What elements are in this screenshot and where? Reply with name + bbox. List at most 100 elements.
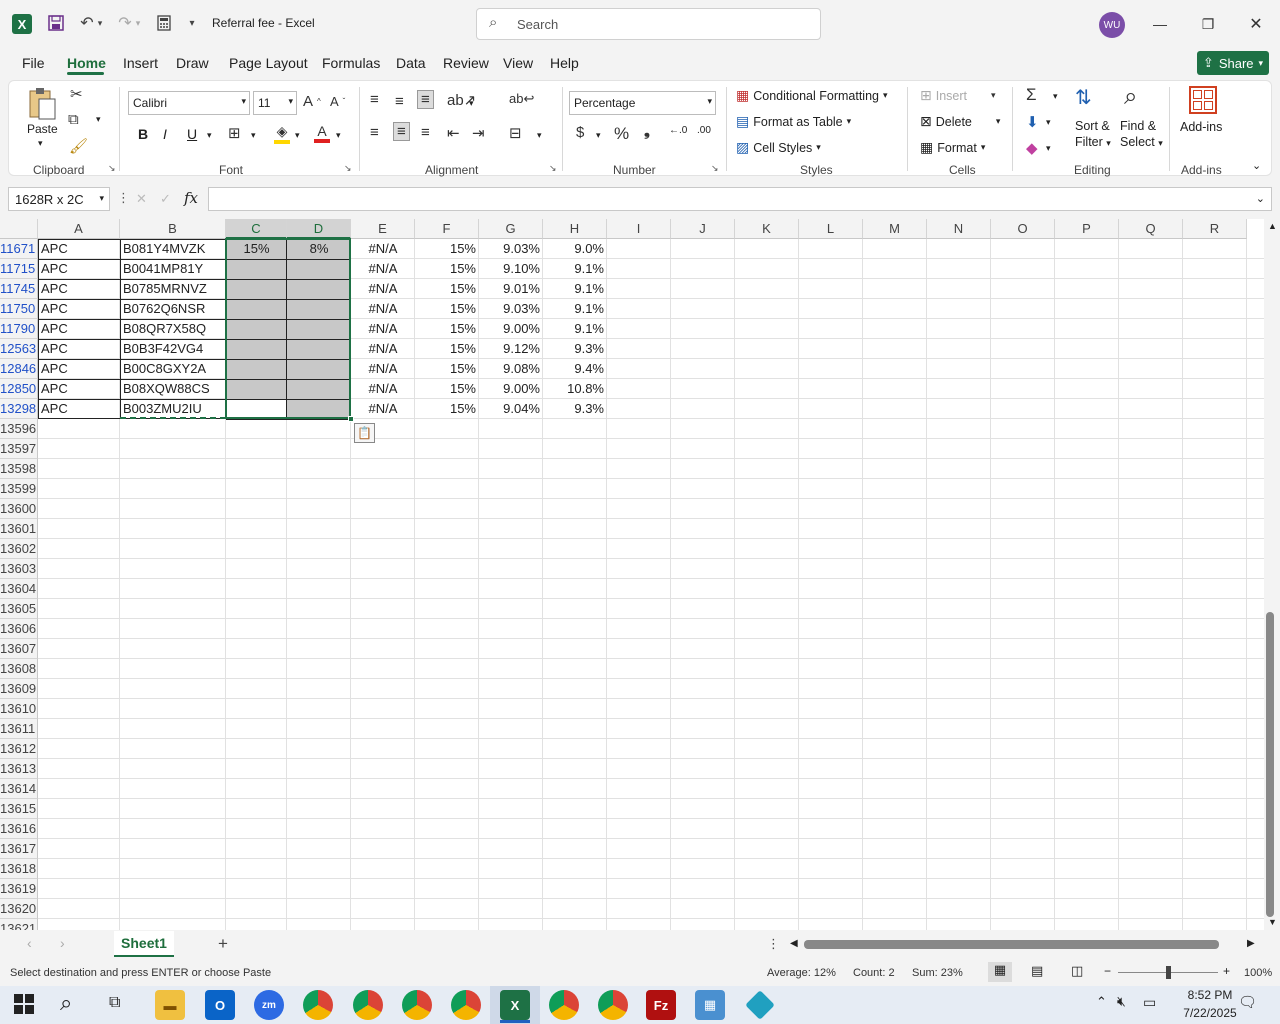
cell-f[interactable]: 15% [415, 399, 479, 419]
currency-icon[interactable]: $ [576, 124, 584, 141]
cell-g[interactable]: 9.10% [479, 259, 543, 279]
cell-f[interactable]: 15% [415, 299, 479, 319]
spreadsheet-grid[interactable]: A B C D E F G H I J K L M N O P Q R 📋 11671 APC B081Y4MVZK 15%… [0, 219, 1264, 930]
tab-file[interactable]: File [22, 55, 45, 71]
font-size-dropdown[interactable]: 11 ▾ [253, 91, 297, 115]
tab-draw[interactable]: Draw [176, 55, 209, 71]
cell-e[interactable]: #N/A [351, 359, 415, 379]
share-button[interactable]: ⇪ Share ▾ [1197, 51, 1269, 75]
add-sheet-icon[interactable]: + [218, 934, 228, 954]
cell-e[interactable]: #N/A [351, 299, 415, 319]
tab-home[interactable]: Home [67, 55, 106, 71]
row-header[interactable]: 13620 [0, 899, 38, 919]
cell-b[interactable]: B081Y4MVZK [120, 239, 226, 259]
number-format-dropdown[interactable]: Percentage ▾ [569, 91, 716, 115]
fill-color-icon[interactable]: ◈ [274, 123, 290, 144]
cell-e[interactable]: #N/A [351, 239, 415, 259]
taskbar-time[interactable]: 8:52 PM [1172, 988, 1248, 1002]
fill-icon[interactable]: ⬇ [1026, 113, 1039, 131]
page-layout-view-icon[interactable]: ▤ [1031, 963, 1043, 979]
row-header[interactable]: 12563 [0, 339, 38, 359]
status-count[interactable]: Count: 2 [853, 967, 895, 979]
cell-b[interactable]: B08XQW88CS [120, 379, 226, 399]
cell-g[interactable]: 9.12% [479, 339, 543, 359]
windows-start-icon[interactable] [14, 994, 34, 1014]
chrome-profile-icon[interactable] [549, 990, 579, 1020]
italic-button[interactable]: I [163, 126, 167, 142]
row-header[interactable]: 13601 [0, 519, 38, 539]
cell-f[interactable]: 15% [415, 339, 479, 359]
row-header[interactable]: 13611 [0, 719, 38, 739]
notifications-icon[interactable]: 🗨︎ [1238, 993, 1257, 1011]
cell-b[interactable]: B0041MP81Y [120, 259, 226, 279]
page-break-view-icon[interactable]: ◫ [1071, 963, 1083, 979]
cell-g[interactable]: 9.00% [479, 319, 543, 339]
cell-a[interactable]: APC [38, 279, 120, 299]
fill-dropdown-icon[interactable]: ▾ [1046, 117, 1051, 128]
next-sheet-icon[interactable]: › [60, 935, 65, 951]
cell-h[interactable]: 9.0% [543, 239, 607, 259]
cell-h[interactable]: 9.3% [543, 399, 607, 419]
bottom-align-icon[interactable]: ≡ [417, 90, 434, 109]
cell-e[interactable]: #N/A [351, 399, 415, 419]
formula-input[interactable]: ⌄ [208, 187, 1272, 211]
cell-a[interactable]: APC [38, 359, 120, 379]
filezilla-icon[interactable]: Fz [646, 990, 676, 1020]
middle-align-icon[interactable]: ≡ [395, 93, 404, 110]
cell-e[interactable]: #N/A [351, 339, 415, 359]
chrome-icon[interactable] [303, 990, 333, 1020]
tab-formulas[interactable]: Formulas [322, 55, 380, 71]
cell-c[interactable] [226, 319, 287, 339]
fill-color-dropdown-icon[interactable]: ▾ [295, 130, 300, 141]
calculator-icon[interactable] [153, 12, 175, 34]
cancel-edit-icon[interactable]: ✕ [136, 191, 147, 207]
align-center-icon[interactable]: ≡ [393, 122, 410, 141]
column-header-j[interactable]: J [671, 219, 735, 239]
row-header[interactable]: 11750 [0, 299, 38, 319]
tab-page-layout[interactable]: Page Layout [229, 55, 308, 71]
cell-h[interactable]: 9.4% [543, 359, 607, 379]
sort-filter-icon[interactable]: ⇅ [1075, 85, 1092, 110]
chrome-profile-icon[interactable] [353, 990, 383, 1020]
row-header[interactable]: 13614 [0, 779, 38, 799]
conditional-formatting-button[interactable]: ▦ Conditional Formatting ▾ [736, 87, 888, 104]
cell-c[interactable] [226, 279, 287, 299]
paste-icon[interactable] [27, 87, 57, 124]
borders-dropdown-icon[interactable]: ▾ [251, 130, 256, 141]
select-all-corner[interactable] [0, 219, 38, 239]
cell-a[interactable]: APC [38, 319, 120, 339]
font-color-dropdown-icon[interactable]: ▾ [336, 130, 341, 141]
redo-dropdown-icon[interactable]: ▾ [133, 12, 143, 34]
clear-dropdown-icon[interactable]: ▾ [1046, 143, 1051, 154]
cell-f[interactable]: 15% [415, 279, 479, 299]
tab-view[interactable]: View [503, 55, 533, 71]
addins-button[interactable]: Add-ins [1180, 120, 1222, 134]
orientation-dropdown-icon[interactable]: ▾ [469, 98, 474, 109]
normal-view-icon[interactable]: ▦ [988, 962, 1012, 982]
autosum-dropdown-icon[interactable]: ▾ [1053, 91, 1058, 102]
column-header-f[interactable]: F [415, 219, 479, 239]
bold-button[interactable]: B [138, 126, 148, 142]
column-header-m[interactable]: M [863, 219, 927, 239]
minimize-icon[interactable]: — [1148, 12, 1172, 36]
align-left-icon[interactable]: ≡ [370, 124, 379, 141]
cell-h[interactable]: 10.8% [543, 379, 607, 399]
column-header-g[interactable]: G [479, 219, 543, 239]
row-header[interactable]: 13600 [0, 499, 38, 519]
row-header[interactable]: 13615 [0, 799, 38, 819]
find-select-button[interactable]: Find & Select ▾ [1120, 119, 1163, 149]
row-header[interactable]: 11715 [0, 259, 38, 279]
outlook-icon[interactable]: O [205, 990, 235, 1020]
cell-b[interactable]: B0785MRNVZ [120, 279, 226, 299]
column-header-b[interactable]: B [120, 219, 226, 239]
cell-a[interactable]: APC [38, 259, 120, 279]
decrease-decimal-icon[interactable]: .00 [697, 125, 711, 136]
tab-data[interactable]: Data [396, 55, 426, 71]
row-header[interactable]: 13619 [0, 879, 38, 899]
chrome-profile-icon[interactable] [451, 990, 481, 1020]
cell-a[interactable]: APC [38, 379, 120, 399]
network-icon[interactable]: ▭ [1143, 994, 1156, 1011]
increase-indent-icon[interactable]: ⇥ [472, 124, 485, 142]
chrome-profile-icon[interactable] [598, 990, 628, 1020]
customize-qat-icon[interactable]: ▾ [181, 12, 203, 34]
